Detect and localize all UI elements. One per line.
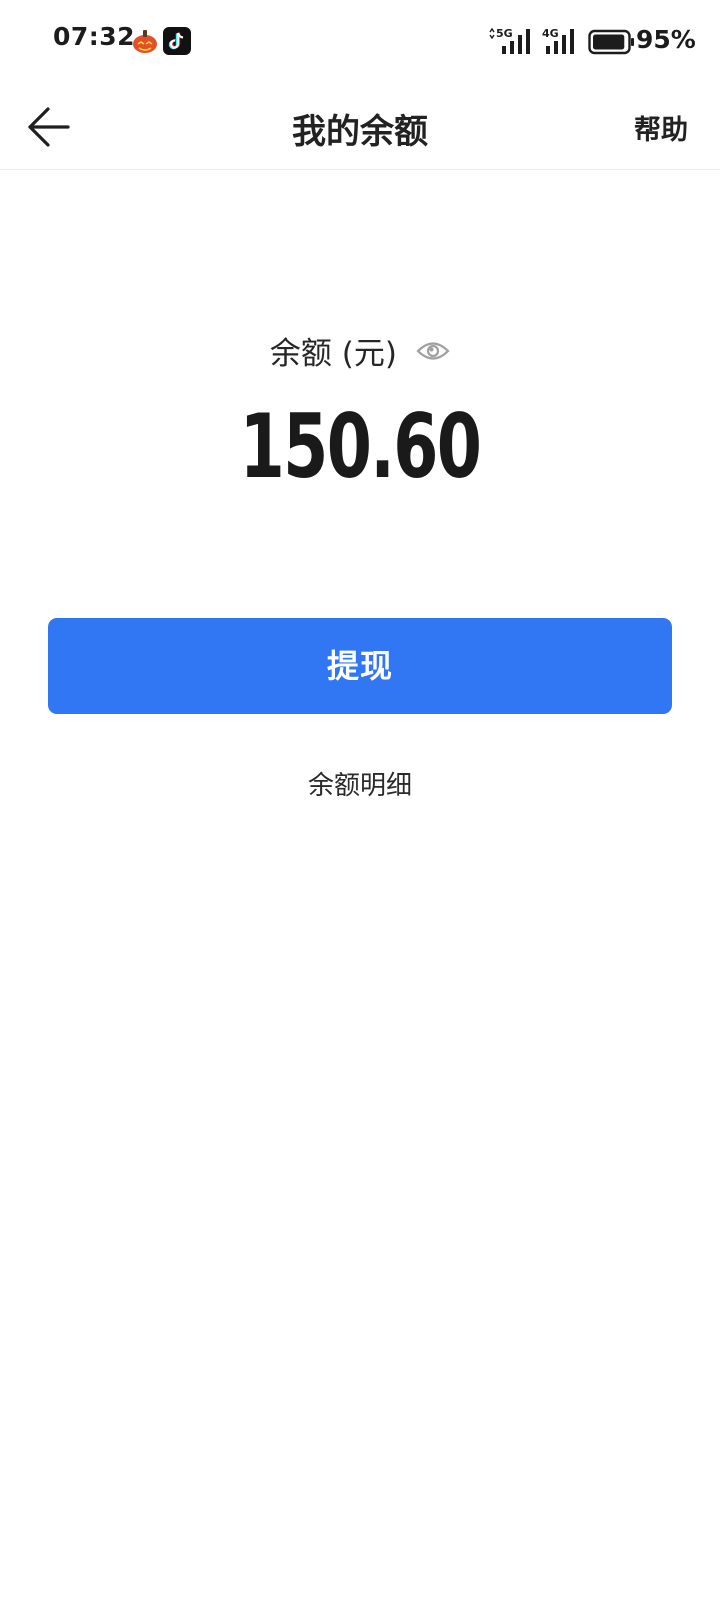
battery-icon [588, 29, 634, 55]
balance-label: 余额 (元) [269, 336, 397, 372]
eye-icon[interactable] [416, 338, 450, 364]
pumpkin-app-icon [133, 30, 157, 53]
balance-details-link[interactable]: 余额明细 [0, 765, 720, 802]
battery-percent: 95% [636, 25, 696, 54]
page-title: 我的余额 [292, 112, 428, 152]
balance-amount: 150.60 [239, 395, 482, 498]
signal-5g-icon: 5G [489, 27, 530, 54]
status-bar: 07:32 5G 4G 95% [0, 0, 720, 84]
network-4g-label: 4G [542, 27, 559, 40]
status-time: 07:32 [53, 22, 136, 51]
tiktok-icon [163, 27, 191, 55]
network-5g-label: 5G [496, 27, 513, 40]
help-link[interactable]: 帮助 [634, 108, 688, 147]
status-icons: 5G 4G 95% [460, 0, 720, 84]
nav-bar: 我的余额 帮助 [0, 84, 720, 170]
withdraw-button[interactable]: 提现 [48, 618, 672, 714]
signal-4g-icon: 4G [542, 27, 574, 54]
balance-label-row: 余额 (元) [0, 328, 720, 372]
